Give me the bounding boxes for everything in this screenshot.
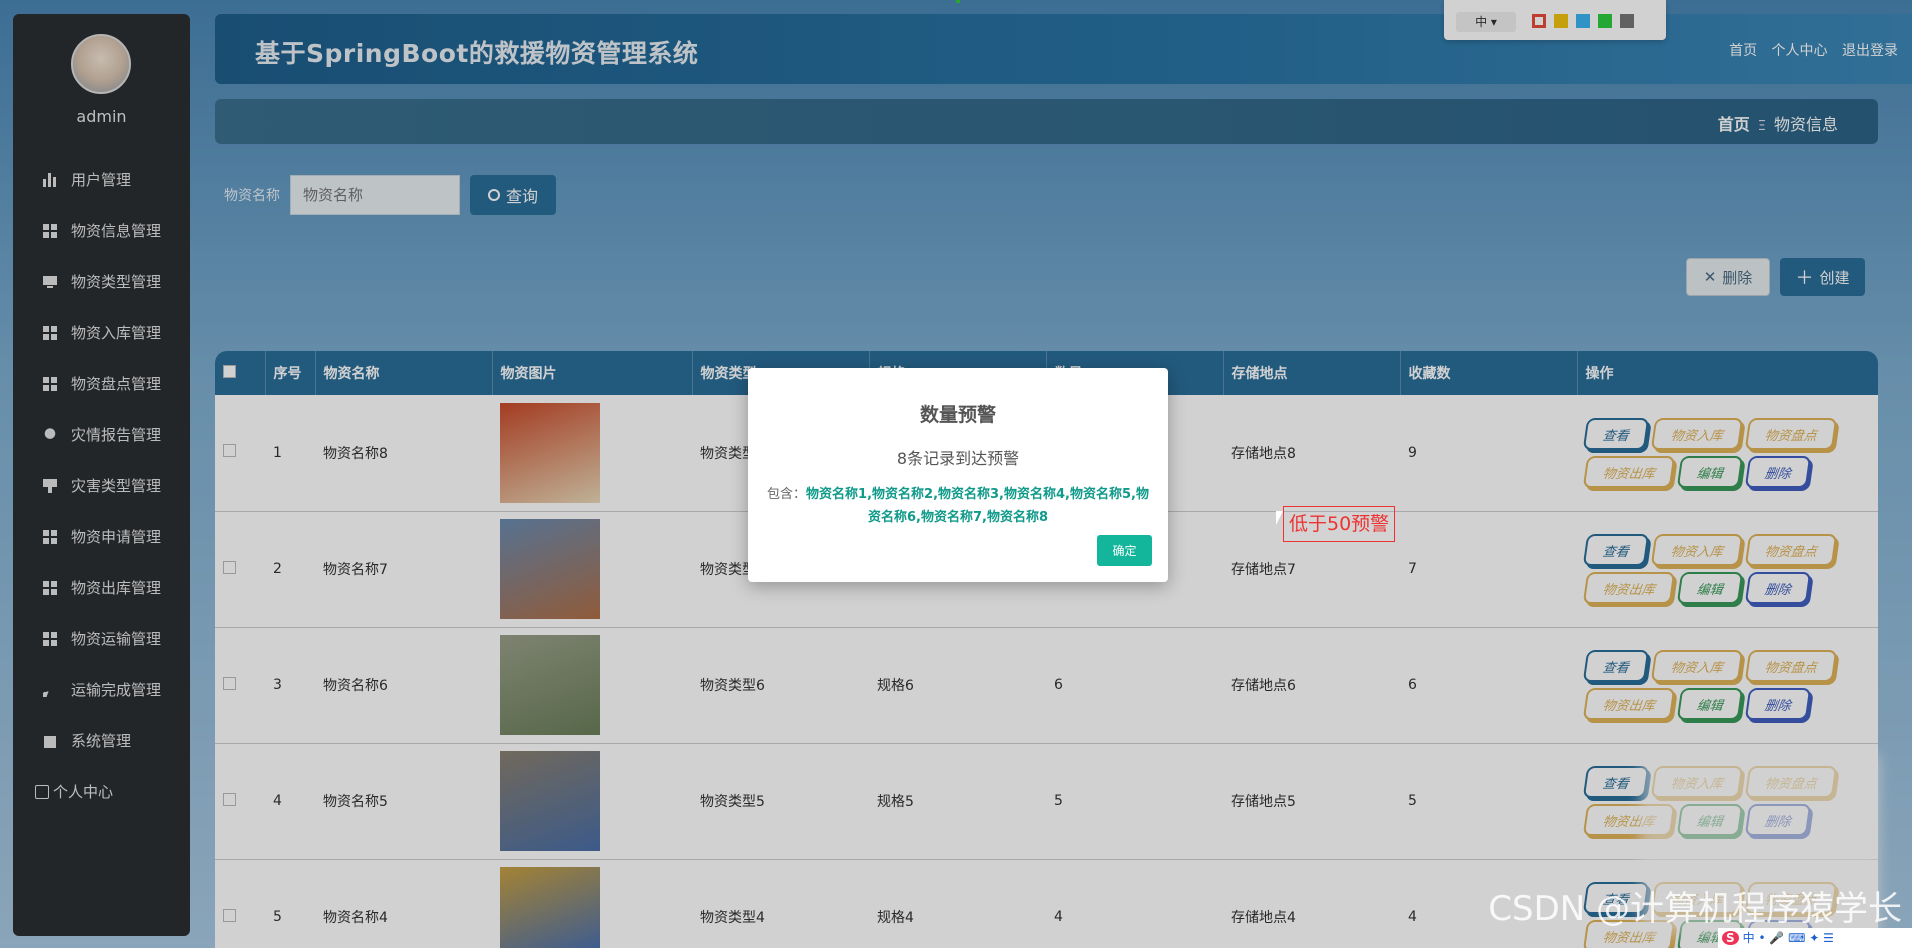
warning-tooltip: 低于50预警 [1283,506,1396,542]
dialog-title: 数量预警 [919,404,996,426]
mouse-cursor-icon [1276,511,1283,525]
ime-toolbar: S中 • 🎤 ⌨ ✦ ☰ [1718,928,1912,948]
warning-item-names: 物资名称1,物资名称2,物资名称3,物资名称4,物资名称5,物资名称6,物资名称… [806,487,1149,525]
confirm-button[interactable]: 确定 [1097,535,1152,566]
dialog-message: 8条记录到达预警 [896,449,1020,468]
quantity-warning-dialog: 数量预警 8条记录到达预警 包含：物资名称1,物资名称2,物资名称3,物资名称4… [748,368,1168,582]
watermark: CSDN @计算机程序猿学长 [1488,889,1902,929]
dialog-detail: 包含：物资名称1,物资名称2,物资名称3,物资名称4,物资名称5,物资名称6,物… [767,487,1149,525]
ime-logo-icon: S [1722,931,1739,945]
